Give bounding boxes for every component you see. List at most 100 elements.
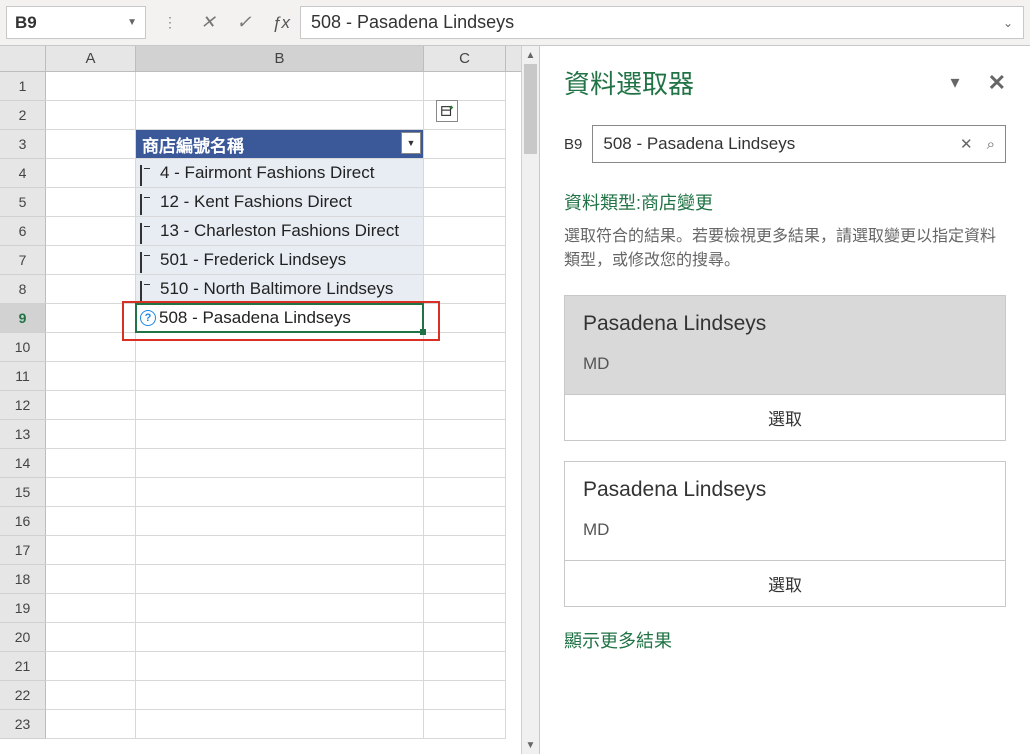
name-box[interactable]: B9 ▼	[6, 6, 146, 39]
cell[interactable]	[46, 275, 136, 304]
cell[interactable]	[136, 507, 424, 536]
scroll-thumb[interactable]	[524, 64, 537, 154]
cell[interactable]	[46, 623, 136, 652]
row-header[interactable]: 11	[0, 362, 46, 391]
select-button[interactable]: 選取	[565, 560, 1005, 606]
cell[interactable]	[424, 652, 506, 681]
cell[interactable]	[136, 101, 424, 130]
table-row[interactable]: 12 - Kent Fashions Direct	[136, 188, 424, 217]
cell[interactable]	[136, 536, 424, 565]
grid[interactable]: 1 2 3 商店編號名稱 ▼ 44 - Fairmont Fashions Di…	[0, 72, 539, 754]
cell[interactable]	[46, 565, 136, 594]
row-header[interactable]: 23	[0, 710, 46, 739]
cell[interactable]	[46, 536, 136, 565]
row-header[interactable]: 6	[0, 217, 46, 246]
cell[interactable]	[46, 362, 136, 391]
cell[interactable]	[136, 72, 424, 101]
row-header[interactable]: 16	[0, 507, 46, 536]
row-header[interactable]: 4	[0, 159, 46, 188]
cell[interactable]	[46, 246, 136, 275]
fill-handle[interactable]	[420, 329, 426, 335]
search-input[interactable]: 508 - Pasadena Lindseys ✕ ⌕	[592, 125, 1006, 163]
filter-dropdown-icon[interactable]: ▼	[401, 132, 421, 154]
cell[interactable]	[136, 652, 424, 681]
cell[interactable]	[46, 159, 136, 188]
row-header[interactable]: 5	[0, 188, 46, 217]
confirm-icon[interactable]: ✓	[226, 0, 262, 45]
cell[interactable]	[136, 449, 424, 478]
row-header[interactable]: 19	[0, 594, 46, 623]
cell[interactable]	[424, 507, 506, 536]
active-cell[interactable]: ? 508 - Pasadena Lindseys	[136, 304, 424, 333]
cell[interactable]	[424, 420, 506, 449]
cell[interactable]	[424, 449, 506, 478]
cell[interactable]	[46, 652, 136, 681]
table-row[interactable]: 4 - Fairmont Fashions Direct	[136, 159, 424, 188]
data-type-label[interactable]: 資料類型:商店變更	[564, 189, 1006, 215]
row-header[interactable]: 2	[0, 101, 46, 130]
expand-formula-icon[interactable]: ⌄	[1003, 16, 1013, 30]
close-icon[interactable]: ✕	[988, 70, 1006, 96]
cell[interactable]	[46, 333, 136, 362]
cell[interactable]	[424, 188, 506, 217]
row-header[interactable]: 13	[0, 420, 46, 449]
cell[interactable]	[46, 449, 136, 478]
column-header-b[interactable]: B	[136, 46, 424, 71]
cell[interactable]	[424, 72, 506, 101]
cell[interactable]	[136, 710, 424, 739]
cell[interactable]	[46, 681, 136, 710]
table-row[interactable]: 13 - Charleston Fashions Direct	[136, 217, 424, 246]
cell[interactable]	[424, 362, 506, 391]
cell[interactable]	[46, 101, 136, 130]
cell[interactable]	[46, 710, 136, 739]
cell[interactable]	[46, 217, 136, 246]
cell[interactable]	[424, 536, 506, 565]
table-row[interactable]: 510 - North Baltimore Lindseys	[136, 275, 424, 304]
row-header[interactable]: 14	[0, 449, 46, 478]
cell[interactable]	[424, 159, 506, 188]
select-button[interactable]: 選取	[565, 394, 1005, 440]
row-header[interactable]: 22	[0, 681, 46, 710]
row-header[interactable]: 7	[0, 246, 46, 275]
cell[interactable]	[424, 710, 506, 739]
insert-data-icon[interactable]	[436, 100, 458, 122]
row-header[interactable]: 3	[0, 130, 46, 159]
column-header-a[interactable]: A	[46, 46, 136, 71]
select-all-corner[interactable]	[0, 46, 46, 71]
row-header[interactable]: 8	[0, 275, 46, 304]
cell[interactable]	[136, 362, 424, 391]
search-icon[interactable]: ⌕	[987, 136, 995, 153]
cell[interactable]	[424, 217, 506, 246]
cell[interactable]	[136, 681, 424, 710]
clear-icon[interactable]: ✕	[960, 135, 973, 153]
cell[interactable]	[136, 565, 424, 594]
cell[interactable]	[46, 72, 136, 101]
row-header[interactable]: 20	[0, 623, 46, 652]
row-header[interactable]: 17	[0, 536, 46, 565]
cell[interactable]	[424, 391, 506, 420]
chevron-down-icon[interactable]: ▼	[127, 17, 137, 28]
cell[interactable]	[46, 594, 136, 623]
cell[interactable]	[46, 304, 136, 333]
cell[interactable]	[46, 478, 136, 507]
vertical-scrollbar[interactable]: ▲ ▼	[521, 46, 539, 754]
cell[interactable]	[46, 420, 136, 449]
show-more-link[interactable]: 顯示更多結果	[564, 627, 1006, 653]
panel-menu-icon[interactable]: ▾	[951, 72, 960, 93]
cell[interactable]	[136, 333, 424, 362]
cell[interactable]	[424, 246, 506, 275]
column-header-c[interactable]: C	[424, 46, 506, 71]
cell[interactable]	[136, 623, 424, 652]
cell[interactable]	[46, 391, 136, 420]
cell[interactable]	[136, 391, 424, 420]
cell[interactable]	[424, 304, 506, 333]
row-header[interactable]: 12	[0, 391, 46, 420]
scroll-up-icon[interactable]: ▲	[522, 46, 539, 64]
table-header-cell[interactable]: 商店編號名稱 ▼	[136, 130, 424, 159]
cell[interactable]	[46, 188, 136, 217]
cell[interactable]	[46, 130, 136, 159]
cell[interactable]	[136, 478, 424, 507]
cell[interactable]	[136, 420, 424, 449]
table-row[interactable]: 501 - Frederick Lindseys	[136, 246, 424, 275]
cell[interactable]	[136, 594, 424, 623]
